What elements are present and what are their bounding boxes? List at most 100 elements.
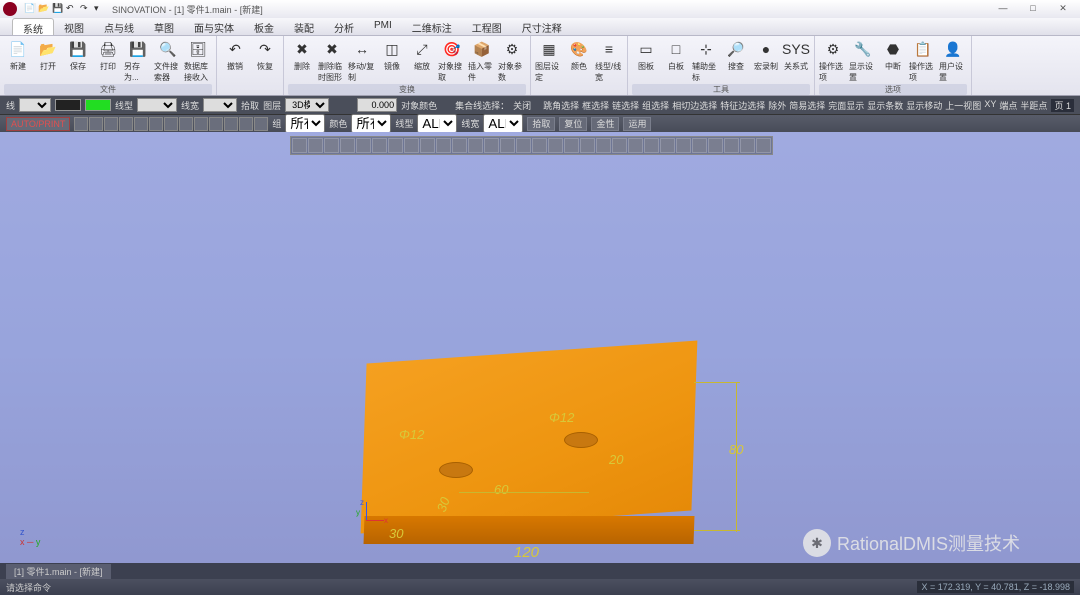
filter-more1-icon[interactable]	[224, 117, 238, 131]
open-button[interactable]: 📂打开	[34, 38, 62, 72]
vt-icon[interactable]	[468, 138, 483, 153]
vt-icon[interactable]	[564, 138, 579, 153]
mirror-button[interactable]: ◫镜像	[378, 38, 406, 72]
saveas-button[interactable]: 💾另存为...	[124, 38, 152, 83]
viewport[interactable]: Φ12 Φ12 60 30 20 80 120 30 z x y z x ─ y	[0, 132, 1080, 563]
opt-链选择[interactable]: 链选择	[612, 99, 639, 112]
menu-尺寸注释[interactable]: 尺寸注释	[512, 18, 572, 35]
qat-open-icon[interactable]: 📂	[38, 3, 50, 15]
drawer-button[interactable]: ▭图板	[632, 38, 660, 72]
search-button[interactable]: 🔎搜查	[722, 38, 750, 72]
delete-button[interactable]: ✖删除	[288, 38, 316, 72]
opt-除外[interactable]: 除外	[768, 99, 786, 112]
formula-button[interactable]: SYS关系式	[782, 38, 810, 72]
save-button[interactable]: 💾保存	[64, 38, 92, 72]
apply-btn[interactable]: 运用	[623, 117, 651, 131]
auxcoord-button[interactable]: ⊹辅助坐标	[692, 38, 720, 83]
menu-PMI[interactable]: PMI	[364, 18, 402, 35]
undo-button[interactable]: ↶撤销	[221, 38, 249, 72]
inspart-button[interactable]: 📦插入零件	[468, 38, 496, 83]
vt-icon[interactable]	[660, 138, 675, 153]
vt-icon[interactable]	[580, 138, 595, 153]
pick-btn[interactable]: 拾取	[527, 117, 555, 131]
objsearch-button[interactable]: 🎯对象搜取	[438, 38, 466, 83]
reset-btn[interactable]: 复位	[559, 117, 587, 131]
vt-icon[interactable]	[340, 138, 355, 153]
assoc-val[interactable]: 关闭	[513, 99, 531, 112]
vt-icon[interactable]	[708, 138, 723, 153]
color-button[interactable]: 🎨颜色	[565, 38, 593, 72]
vt-icon[interactable]	[372, 138, 387, 153]
doc-tab-1[interactable]: [1] 零件1.main - [新建]	[6, 564, 111, 579]
vt-icon[interactable]	[292, 138, 307, 153]
layerset-button[interactable]: ▦图层设定	[535, 38, 563, 83]
vt-icon[interactable]	[404, 138, 419, 153]
menu-草图[interactable]: 草图	[144, 18, 184, 35]
qat-save-icon[interactable]: 💾	[52, 3, 64, 15]
menu-工程图[interactable]: 工程图	[462, 18, 512, 35]
opt-XY[interactable]: XY	[984, 99, 996, 112]
filter-face-icon[interactable]	[149, 117, 163, 131]
objparam-button[interactable]: ⚙对象参数	[498, 38, 526, 83]
color-swatch-2[interactable]	[85, 99, 111, 111]
opopt-button[interactable]: ⚙操作选项	[819, 38, 847, 83]
gold-btn[interactable]: 金性	[591, 117, 619, 131]
linewidth-select[interactable]	[203, 98, 237, 112]
close-button[interactable]: ✕	[1048, 0, 1078, 16]
opt-显示移动[interactable]: 显示移动	[906, 99, 942, 112]
vt-icon[interactable]	[724, 138, 739, 153]
opopt2-button[interactable]: 📋操作选项	[909, 38, 937, 83]
opt-端点[interactable]: 端点	[999, 99, 1017, 112]
qat-more-icon[interactable]: ▾	[94, 3, 106, 15]
vt-icon[interactable]	[756, 138, 771, 153]
filter-more3-icon[interactable]	[254, 117, 268, 131]
min-button[interactable]: —	[988, 0, 1018, 16]
mode-select[interactable]: 3D模式	[285, 98, 329, 112]
filter-point-icon[interactable]	[74, 117, 88, 131]
vt-icon[interactable]	[484, 138, 499, 153]
opt-组选择[interactable]: 组选择	[642, 99, 669, 112]
move-button[interactable]: ↔移动/复制	[348, 38, 376, 83]
filter-circle-icon[interactable]	[119, 117, 133, 131]
vt-icon[interactable]	[548, 138, 563, 153]
coord-input[interactable]	[357, 98, 397, 112]
vt-icon[interactable]	[308, 138, 323, 153]
vt-icon[interactable]	[612, 138, 627, 153]
opt-上一视图[interactable]: 上一视图	[945, 99, 981, 112]
opt-显示条数[interactable]: 显示条数	[867, 99, 903, 112]
vt-icon[interactable]	[740, 138, 755, 153]
menu-面与实体[interactable]: 面与实体	[184, 18, 244, 35]
vt-icon[interactable]	[628, 138, 643, 153]
vt-icon[interactable]	[596, 138, 611, 153]
qat-new-icon[interactable]: 📄	[24, 3, 36, 15]
vt-icon[interactable]	[452, 138, 467, 153]
vt-icon[interactable]	[324, 138, 339, 153]
vt-icon[interactable]	[500, 138, 515, 153]
flw-select[interactable]: ALL	[483, 114, 523, 133]
hole-2[interactable]	[564, 432, 598, 448]
userset-button[interactable]: 👤用户设置	[939, 38, 967, 83]
redo-button[interactable]: ↷恢复	[251, 38, 279, 72]
model-part[interactable]: Φ12 Φ12 60 30 20 80 120 30 z x y	[354, 352, 706, 562]
vt-icon[interactable]	[436, 138, 451, 153]
vt-icon[interactable]	[516, 138, 531, 153]
vt-icon[interactable]	[692, 138, 707, 153]
new-button[interactable]: 📄新建	[4, 38, 32, 72]
auto-print-toggle[interactable]: AUTO/PRINT	[6, 117, 70, 131]
print-button[interactable]: 🖨打印	[94, 38, 122, 72]
blank-button[interactable]: □白板	[662, 38, 690, 72]
opt-简易选择[interactable]: 简易选择	[789, 99, 825, 112]
macrec-button[interactable]: ●宏录制	[752, 38, 780, 72]
scale-button[interactable]: ⤢缩放	[408, 38, 436, 72]
fileexp-button[interactable]: 🔍文件搜索器	[154, 38, 182, 83]
vt-icon[interactable]	[644, 138, 659, 153]
menu-二维标注[interactable]: 二维标注	[402, 18, 462, 35]
qat-redo-icon[interactable]: ↷	[80, 3, 92, 15]
filter-solid-icon[interactable]	[164, 117, 178, 131]
linetype-button[interactable]: ≡线型/线宽	[595, 38, 623, 83]
vt-icon[interactable]	[676, 138, 691, 153]
filter-group-icon[interactable]	[209, 117, 223, 131]
menu-装配[interactable]: 装配	[284, 18, 324, 35]
vt-icon[interactable]	[356, 138, 371, 153]
hole-1[interactable]	[439, 462, 473, 478]
